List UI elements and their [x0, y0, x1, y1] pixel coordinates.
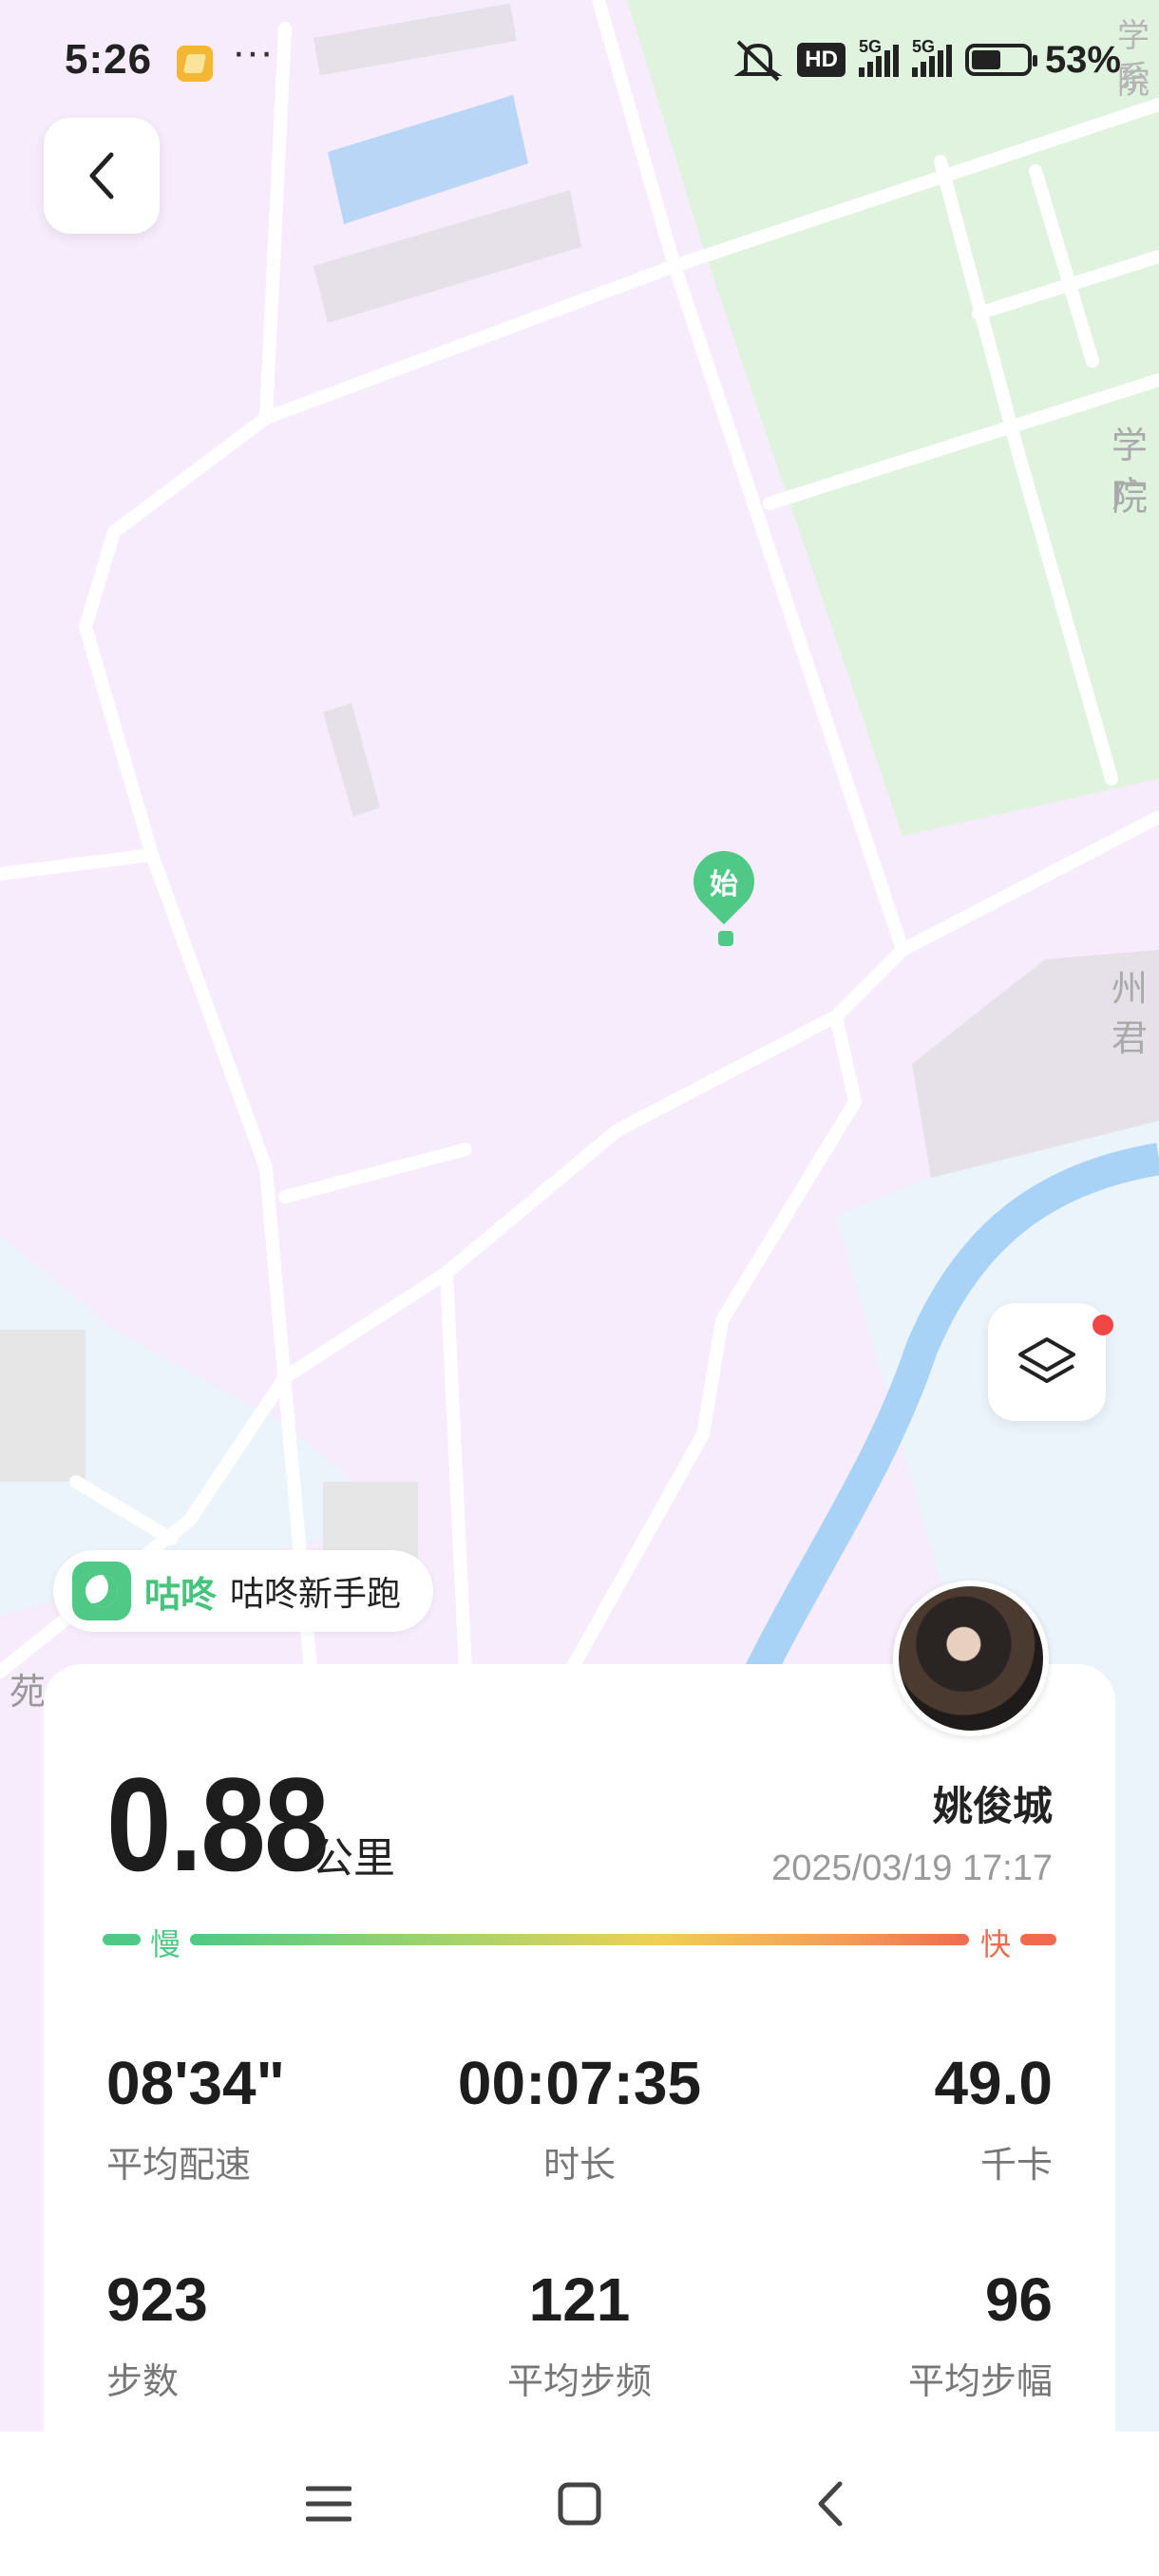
stat-label: 千卡: [979, 2146, 1053, 2186]
map-label-7: 苑: [10, 1673, 47, 1713]
stat-calories: 49.0 千卡: [711, 2048, 1053, 2188]
pace-legend: 慢 快: [103, 1921, 1056, 1961]
status-bar: 5:26 ··· HD 5G 5G 53%: [0, 0, 1159, 123]
recents-button[interactable]: [298, 2473, 359, 2534]
stat-label: 平均配速: [106, 2146, 252, 2186]
more-notifications-icon: ···: [232, 28, 274, 75]
layers-notification-dot: [1092, 1315, 1113, 1335]
chevron-left-icon: [89, 152, 114, 199]
triangle-back-icon: [818, 2481, 843, 2527]
distance-unit: 公里: [312, 1835, 395, 1882]
mute-icon: [733, 40, 783, 82]
route-start-dot: [718, 931, 733, 946]
signal-1-icon: 5G: [858, 37, 899, 77]
user-name: 姚俊城: [932, 1784, 1053, 1828]
run-datetime: 2025/03/19 17:17: [771, 1848, 1053, 1888]
stat-cadence: 121 平均步频: [408, 2264, 750, 2404]
stat-value: 00:07:35: [457, 2049, 702, 2117]
notes-notification-icon: [177, 46, 213, 82]
home-button[interactable]: [549, 2473, 610, 2534]
stat-value: 121: [528, 2265, 631, 2334]
stat-value: 08'34": [106, 2049, 285, 2117]
back-nav-button[interactable]: [800, 2473, 861, 2534]
map-layers-button[interactable]: [988, 1303, 1106, 1421]
brand-chip-text: 咕咚新手跑: [230, 1574, 402, 1613]
codoon-logo-icon: [72, 1562, 131, 1620]
map-label-5: 州: [1112, 970, 1149, 1010]
menu-icon: [306, 2486, 352, 2522]
map-label-6: 君: [1112, 1019, 1149, 1059]
start-marker[interactable]: 始: [680, 838, 768, 946]
stat-value: 96: [984, 2265, 1053, 2334]
stat-label: 平均步频: [506, 2362, 652, 2402]
brand-chip[interactable]: 咕咚 咕咚新手跑: [53, 1550, 434, 1632]
map-label-4: 广: [1112, 476, 1149, 516]
square-icon: [558, 2482, 601, 2526]
stat-label: 步数: [106, 2362, 180, 2402]
layers-icon: [1018, 1337, 1075, 1383]
pace-slow-label: 慢: [150, 1927, 181, 1961]
stat-stride: 96 平均步幅: [711, 2264, 1053, 2404]
signal-2-icon: 5G: [911, 37, 952, 77]
back-button[interactable]: [44, 118, 160, 234]
battery-icon: [964, 44, 1037, 76]
clock: 5:26: [65, 36, 153, 83]
stat-label: 时长: [542, 2146, 616, 2186]
distance-value: 0.88: [106, 1750, 330, 1899]
stat-duration: 00:07:35 时长: [408, 2048, 750, 2188]
stat-label: 平均步幅: [907, 2362, 1053, 2402]
system-nav-bar: [0, 2432, 1159, 2576]
stat-avg-pace: 08'34" 平均配速: [106, 2048, 448, 2188]
stat-value: 49.0: [934, 2049, 1053, 2117]
stat-steps: 923 步数: [106, 2264, 448, 2404]
pace-fast-label: 快: [980, 1927, 1012, 1961]
brand-name: 咕咚: [144, 1575, 218, 1616]
stat-value: 923: [106, 2265, 208, 2334]
avatar[interactable]: [893, 1581, 1049, 1736]
pace-gradient: [190, 1934, 969, 1945]
battery-percent: 53%: [1044, 38, 1121, 81]
hd-voice-badge: HD: [797, 43, 846, 77]
start-marker-label: 始: [710, 869, 738, 900]
